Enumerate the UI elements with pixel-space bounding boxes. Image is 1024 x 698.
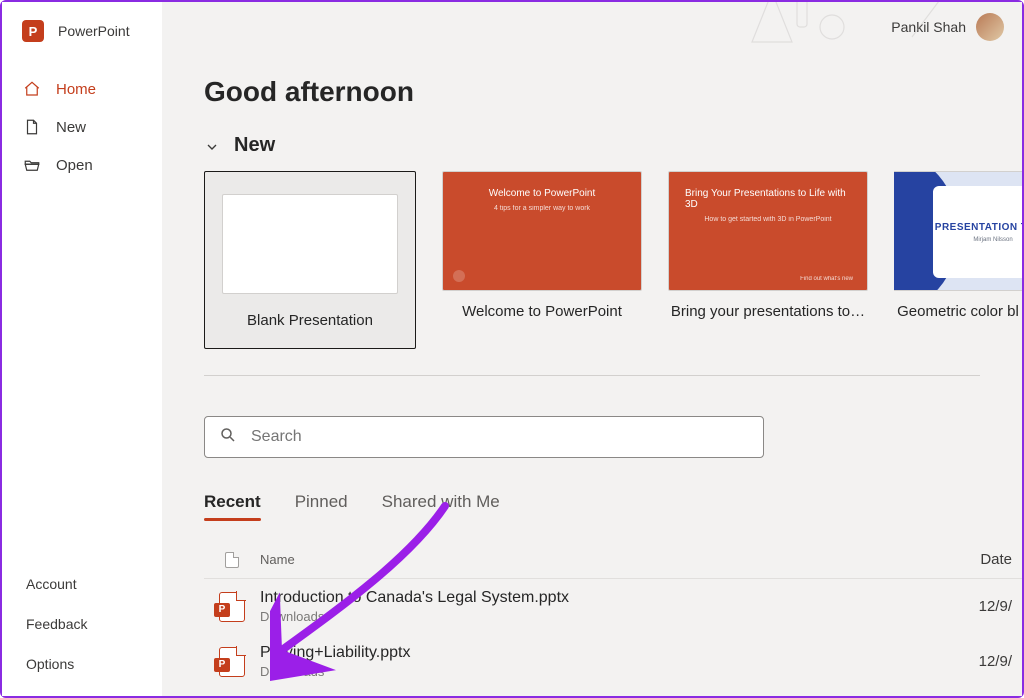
sidebar-item-label: New <box>56 119 86 136</box>
template-label: Welcome to PowerPoint <box>462 303 622 320</box>
file-row[interactable]: P Proving+Liability.pptx Downloads 12/9/ <box>204 634 1022 689</box>
sidebar-item-label: Options <box>26 656 74 672</box>
template-slide-title: Bring Your Presentations to Life with 3D <box>685 188 851 210</box>
chevron-down-icon <box>204 138 220 154</box>
folder-open-icon <box>22 156 42 174</box>
blank-slide-icon <box>222 194 398 294</box>
new-section-heading: New <box>234 134 275 157</box>
template-thumb: Welcome to PowerPoint 4 tips for a simpl… <box>442 171 642 291</box>
sidebar-item-label: Home <box>56 81 96 98</box>
template-slide-footer: Find out what's new <box>800 276 853 282</box>
file-name: Introduction to Canada's Legal System.pp… <box>260 589 958 607</box>
document-icon <box>22 118 42 136</box>
file-row[interactable]: P Introduction to Canada's Legal System.… <box>204 579 1022 634</box>
content: Good afternoon New Blank Presentation <box>162 52 1022 696</box>
powerpoint-app-icon: P <box>22 20 44 42</box>
new-section-toggle[interactable]: New <box>204 134 1022 157</box>
app-brand: P PowerPoint <box>2 20 162 70</box>
file-list: P Introduction to Canada's Legal System.… <box>204 578 1022 689</box>
sidebar-item-label: Account <box>26 576 77 592</box>
decorative-sketches <box>742 2 962 52</box>
template-geometric[interactable]: PRESENTATION TITLE Mirjam Nilsson Geomet… <box>894 171 1022 349</box>
sidebar-item-label: Feedback <box>26 616 87 632</box>
sort-by-type-button[interactable] <box>204 552 260 568</box>
section-divider <box>204 375 980 376</box>
main-area: Pankil Shah Good afternoon New Blank Pre… <box>162 2 1022 696</box>
sidebar-item-new[interactable]: New <box>2 108 162 146</box>
file-date: 12/9/ <box>958 598 1022 615</box>
template-thumb: Bring Your Presentations to Life with 3D… <box>668 171 868 291</box>
app-name: PowerPoint <box>58 23 130 39</box>
tab-pinned[interactable]: Pinned <box>295 492 348 523</box>
template-slide-sub: Mirjam Nilsson <box>973 237 1012 243</box>
file-tabs: Recent Pinned Shared with Me <box>204 492 1022 523</box>
file-location: Downloads <box>260 664 958 679</box>
sidebar-item-label: Open <box>56 157 93 174</box>
user-avatar-icon <box>976 13 1004 41</box>
template-label: Bring your presentations to… <box>671 303 865 320</box>
template-thumb: Blank Presentation <box>204 171 416 349</box>
sidebar-nav-top: Home New Open <box>2 70 162 184</box>
sidebar-item-home[interactable]: Home <box>2 70 162 108</box>
template-3d[interactable]: Bring Your Presentations to Life with 3D… <box>668 171 868 349</box>
sidebar-item-account[interactable]: Account <box>2 564 162 604</box>
greeting-heading: Good afternoon <box>204 52 1022 134</box>
document-sort-icon <box>225 552 239 568</box>
template-welcome[interactable]: Welcome to PowerPoint 4 tips for a simpl… <box>442 171 642 349</box>
template-slide-title: PRESENTATION TITLE <box>935 222 1022 233</box>
tab-recent[interactable]: Recent <box>204 492 261 523</box>
column-header-name[interactable]: Name <box>260 552 958 567</box>
template-row: Blank Presentation Welcome to PowerPoint… <box>204 171 1022 349</box>
search-icon <box>219 426 237 449</box>
powerpoint-mini-icon <box>453 270 465 282</box>
home-icon <box>22 80 42 98</box>
sidebar-item-feedback[interactable]: Feedback <box>2 604 162 644</box>
pptx-file-icon: P <box>219 647 245 677</box>
column-header-date[interactable]: Date <box>958 551 1022 568</box>
pptx-file-icon: P <box>219 592 245 622</box>
sidebar-item-open[interactable]: Open <box>2 146 162 184</box>
file-location: Downloads <box>260 609 958 624</box>
file-date: 12/9/ <box>958 653 1022 670</box>
file-name: Proving+Liability.pptx <box>260 644 958 662</box>
template-slide-sub: 4 tips for a simpler way to work <box>494 205 590 212</box>
search-box[interactable] <box>204 416 764 458</box>
sidebar-nav-bottom: Account Feedback Options <box>2 564 162 696</box>
tab-shared[interactable]: Shared with Me <box>382 492 500 523</box>
template-slide-sub: How to get started with 3D in PowerPoint <box>704 216 831 223</box>
sidebar: P PowerPoint Home New Open <box>2 2 162 696</box>
sidebar-item-options[interactable]: Options <box>2 644 162 684</box>
template-label: Blank Presentation <box>247 312 373 329</box>
template-label: Geometric color bl <box>894 303 1022 320</box>
search-input[interactable] <box>251 428 749 446</box>
top-bar: Pankil Shah <box>162 2 1022 52</box>
template-thumb: PRESENTATION TITLE Mirjam Nilsson <box>894 171 1022 291</box>
template-blank-presentation[interactable]: Blank Presentation <box>204 171 416 349</box>
template-slide-title: Welcome to PowerPoint <box>489 188 596 199</box>
file-list-header: Name Date <box>204 523 1022 578</box>
